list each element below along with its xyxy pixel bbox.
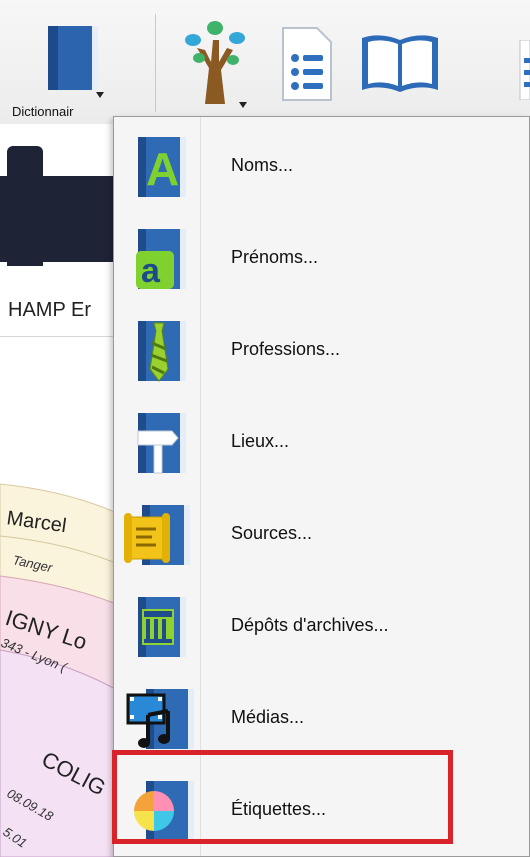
dictionary-dropdown-menu: A Noms... a Prénoms... Professions... Li… — [113, 116, 530, 857]
dark-tab[interactable] — [7, 146, 43, 266]
dictionary-book-icon[interactable] — [40, 22, 110, 104]
tie-book-icon — [124, 319, 196, 383]
menu-item-noms[interactable]: A Noms... — [114, 121, 529, 213]
open-book-icon[interactable] — [358, 30, 442, 98]
menu-item-lieux[interactable]: Lieux... — [114, 397, 529, 489]
menu-item-label: Noms... — [231, 155, 294, 175]
menu-item-label: Dépôts d'archives... — [231, 615, 389, 635]
highlight-box — [112, 750, 453, 844]
menu-item-label: Médias... — [231, 707, 305, 727]
media-film-music-book-icon — [124, 687, 196, 751]
menu-item-prenoms[interactable]: a Prénoms... — [114, 213, 529, 305]
menu-item-sources[interactable]: Sources... — [114, 489, 529, 581]
letter-A-book-icon: A — [124, 135, 196, 199]
person-name: HAMP Er — [8, 299, 91, 321]
signpost-book-icon — [124, 411, 196, 475]
fan-chart: Marcel Tanger IGNY Lo 343 - Lyon ( COLIG… — [0, 483, 130, 857]
menu-item-label: Prénoms... — [231, 247, 319, 267]
menu-item-label: Lieux... — [231, 431, 290, 451]
list-icon[interactable] — [275, 24, 337, 104]
svg-text:A: A — [146, 143, 179, 195]
toolbar: Dictionnair — [0, 0, 530, 124]
archive-building-book-icon — [124, 595, 196, 659]
menu-item-label: Sources... — [231, 523, 313, 543]
dictionary-button-label[interactable]: Dictionnair — [12, 104, 73, 119]
svg-text:a: a — [141, 252, 161, 290]
tree-icon[interactable] — [175, 18, 255, 108]
menu-item-label: Professions... — [231, 339, 341, 359]
menu-item-depots-archives[interactable]: Dépôts d'archives... — [114, 581, 529, 673]
scroll-book-icon — [124, 503, 196, 567]
menu-item-professions[interactable]: Professions... — [114, 305, 529, 397]
letter-a-book-icon: a — [124, 227, 196, 291]
divider — [0, 336, 120, 337]
toolbar-separator — [155, 14, 156, 112]
list-icon-partial[interactable] — [514, 39, 530, 101]
